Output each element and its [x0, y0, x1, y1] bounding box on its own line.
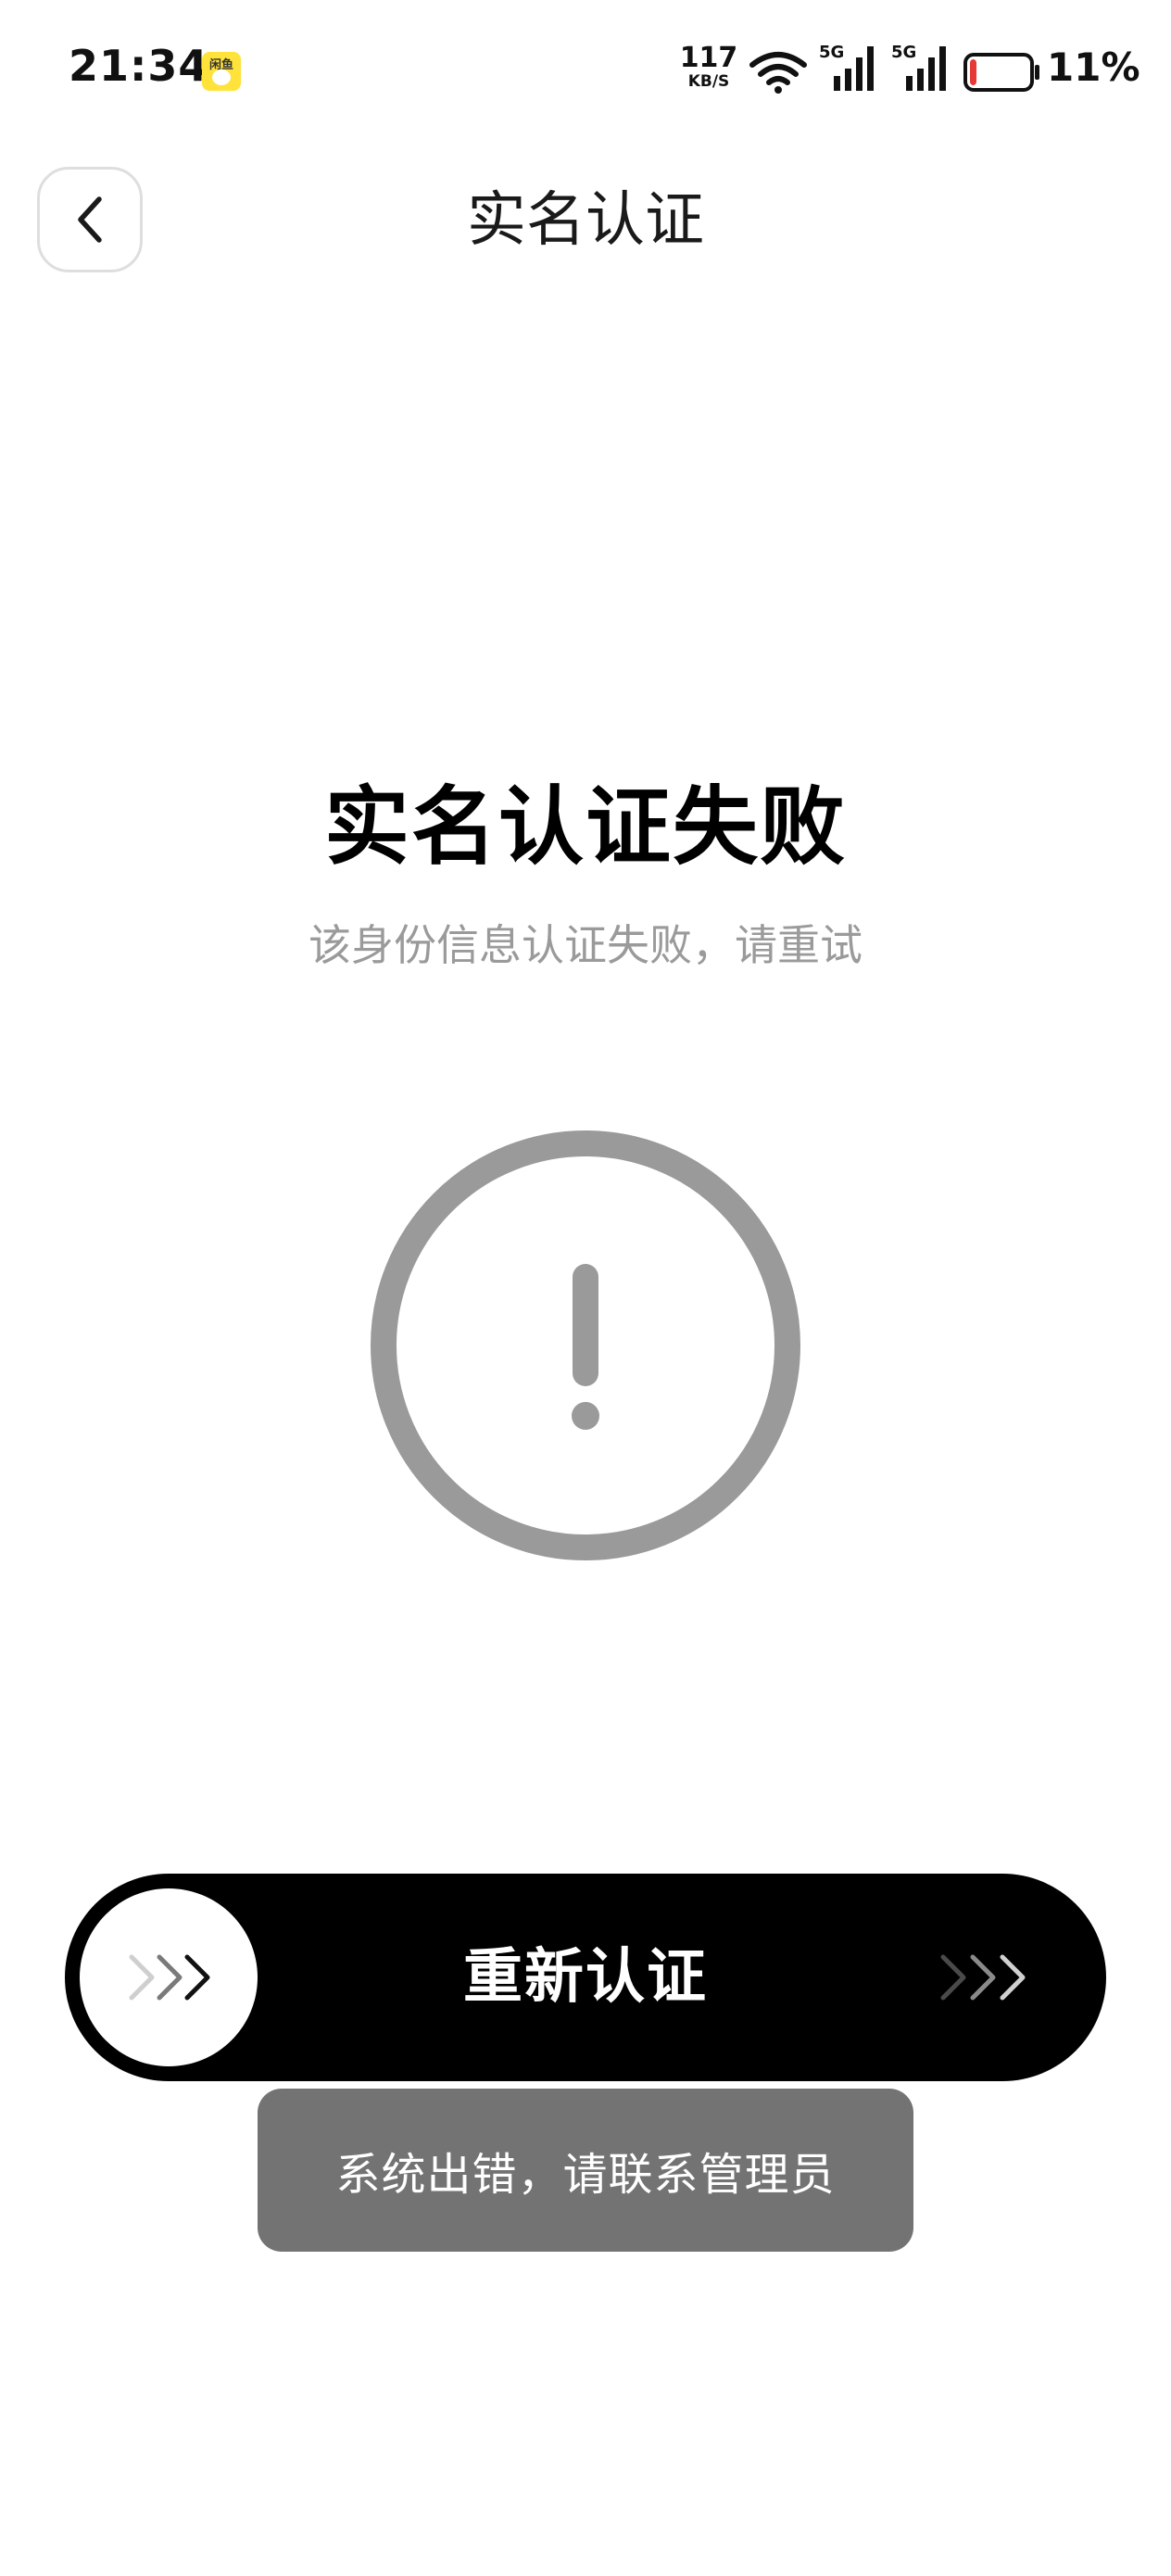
battery-percent: 11%: [1047, 44, 1140, 90]
exclamation-circle-icon: [371, 1130, 800, 1560]
network-speed: 117 KB/S: [676, 44, 741, 90]
battery-icon: [963, 53, 1039, 92]
toast-message: 系统出错，请联系管理员: [335, 2149, 836, 2201]
status-time: 21:34: [69, 41, 209, 91]
network-speed-value: 117: [679, 42, 738, 74]
page: 21:34 闲鱼 117 KB/S 5G 5G 11% 实名认证 实名认证失败 …: [0, 0, 1171, 2576]
page-title: 实名认证: [467, 186, 704, 255]
slide-direction-icon: [940, 1954, 1026, 2001]
error-toast: 系统出错，请联系管理员: [258, 2089, 913, 2252]
app-notification-icon: 闲鱼: [202, 52, 241, 91]
slide-handle[interactable]: [80, 1888, 258, 2066]
wifi-icon: [749, 52, 807, 94]
retry-slide-button[interactable]: 重新认证: [65, 1874, 1106, 2081]
app-badge-face: [212, 69, 231, 85]
network-speed-unit: KB/S: [687, 72, 730, 91]
result-subtitle: 该身份信息认证失败，请重试: [308, 920, 863, 970]
triple-chevron-right-icon: [129, 1954, 210, 2001]
status-bar: 21:34 闲鱼 117 KB/S 5G 5G 11%: [0, 0, 1171, 139]
result-title: 实名认证失败: [323, 777, 847, 877]
